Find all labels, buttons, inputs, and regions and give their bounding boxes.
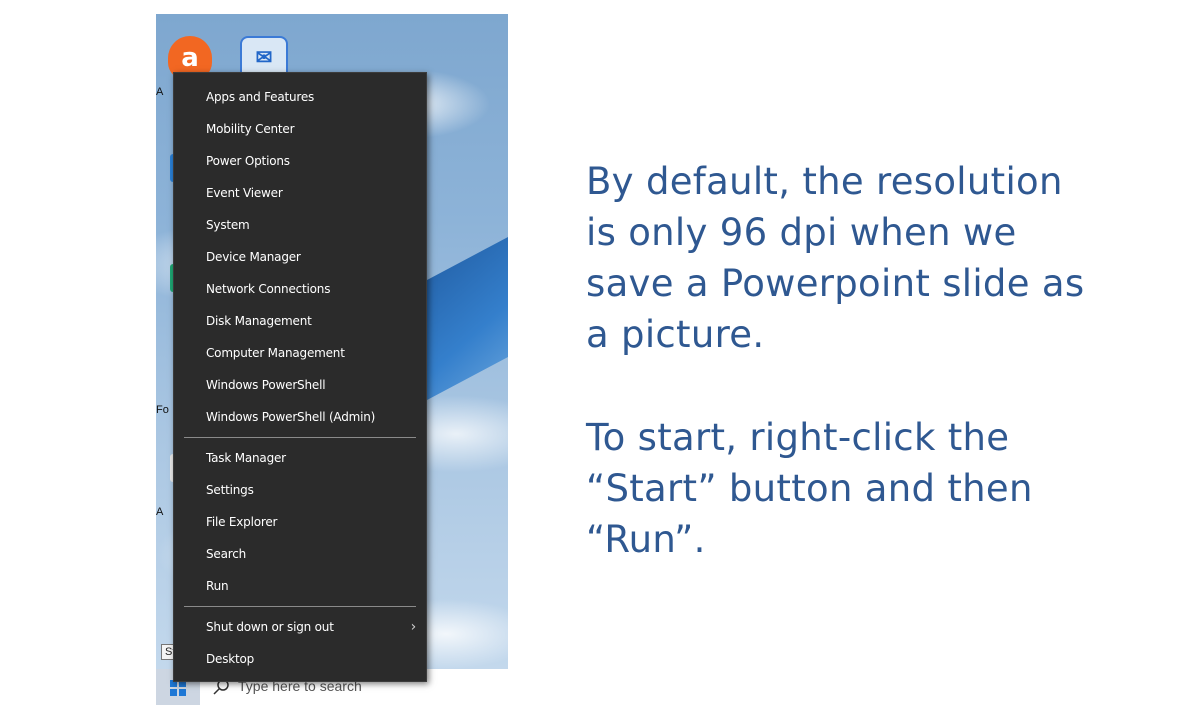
menu-item-network-connections[interactable]: Network Connections: [174, 273, 426, 305]
menu-item-device-manager[interactable]: Device Manager: [174, 241, 426, 273]
menu-item-settings[interactable]: Settings: [174, 474, 426, 506]
menu-item-power-options[interactable]: Power Options: [174, 145, 426, 177]
menu-item-apps-and-features[interactable]: Apps and Features: [174, 81, 426, 113]
chevron-right-icon: ›: [410, 619, 417, 635]
menu-item-mobility-center[interactable]: Mobility Center: [174, 113, 426, 145]
desktop-icon-label: A: [156, 86, 164, 98]
menu-item-label: Shut down or sign out: [206, 620, 334, 634]
menu-item-desktop[interactable]: Desktop: [174, 643, 426, 675]
menu-item-run[interactable]: Run: [174, 570, 426, 602]
menu-item-computer-management[interactable]: Computer Management: [174, 337, 426, 369]
menu-item-search[interactable]: Search: [174, 538, 426, 570]
menu-item-file-explorer[interactable]: File Explorer: [174, 506, 426, 538]
menu-item-windows-powershell-admin[interactable]: Windows PowerShell (Admin): [174, 401, 426, 433]
menu-item-disk-management[interactable]: Disk Management: [174, 305, 426, 337]
menu-item-system[interactable]: System: [174, 209, 426, 241]
desktop-icon-label: Fo: [156, 404, 169, 416]
menu-separator: [184, 606, 416, 607]
menu-item-event-viewer[interactable]: Event Viewer: [174, 177, 426, 209]
windows-logo-icon: [170, 680, 186, 696]
menu-item-task-manager[interactable]: Task Manager: [174, 442, 426, 474]
menu-item-shut-down-or-sign-out[interactable]: Shut down or sign out ›: [174, 611, 426, 643]
menu-item-windows-powershell[interactable]: Windows PowerShell: [174, 369, 426, 401]
desktop-icon-label: A: [156, 506, 164, 518]
caption-paragraph-2: To start, right-click the “Start” button…: [586, 416, 1033, 561]
caption-paragraph-1: By default, the resolution is only 96 dp…: [586, 160, 1085, 356]
menu-separator: [184, 437, 416, 438]
winx-context-menu: Apps and Features Mobility Center Power …: [173, 72, 427, 682]
